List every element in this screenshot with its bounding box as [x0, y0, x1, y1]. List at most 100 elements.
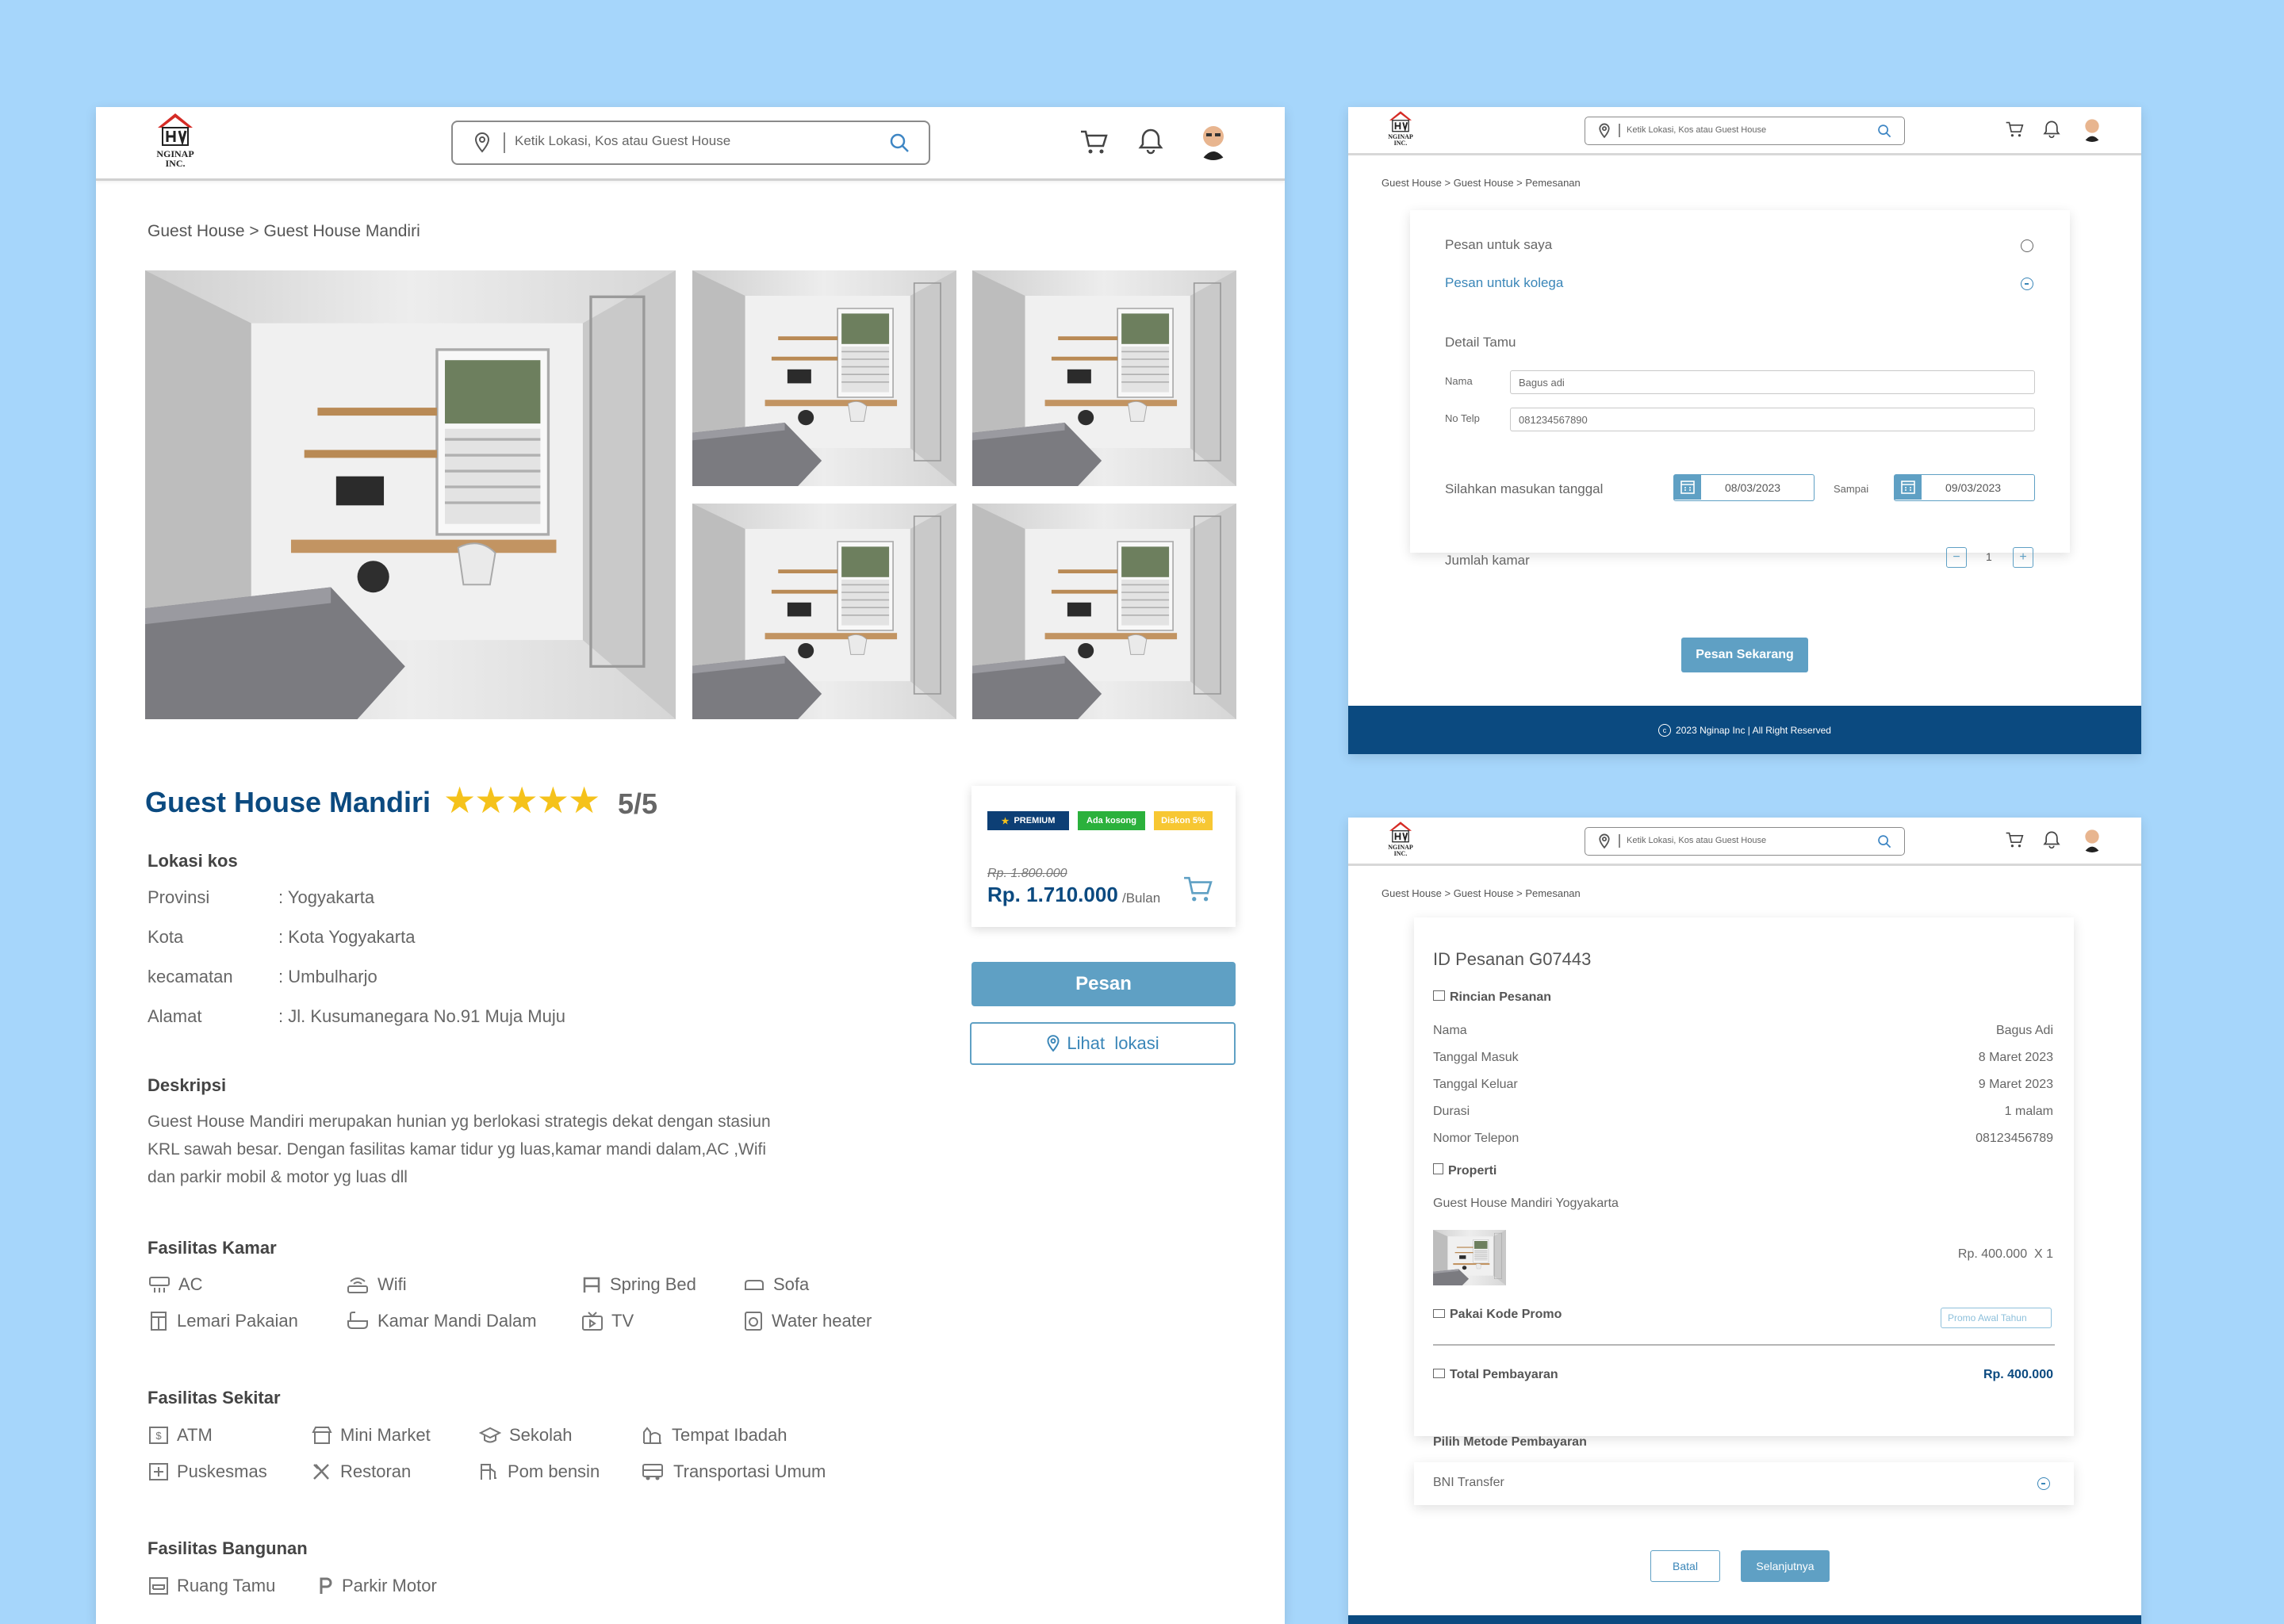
- promo-code-input[interactable]: Promo Awal Tahun: [1941, 1308, 2052, 1328]
- search-icon[interactable]: [1877, 834, 1891, 848]
- payment-method-value: BNI Transfer: [1433, 1476, 1504, 1489]
- price: Rp. 1.710.000: [987, 883, 1118, 906]
- avatar[interactable]: [1194, 122, 1232, 160]
- premium-badge-label: PREMIUM: [1014, 816, 1056, 825]
- order-id: ID Pesanan G07443: [1433, 949, 1592, 969]
- room-photo-thumb[interactable]: [692, 270, 956, 486]
- nearby-label: Transportasi Umum: [673, 1461, 826, 1481]
- bed-icon: [583, 1277, 600, 1293]
- building-icon: [1433, 1163, 1443, 1174]
- location-pin-icon: [1047, 1035, 1060, 1052]
- nearby-school: Sekolah: [479, 1425, 573, 1446]
- logo[interactable]: NGINAP INC.: [1383, 821, 1418, 860]
- logo[interactable]: NGINAP INC.: [1383, 110, 1418, 150]
- location-value: : Umbulharjo: [278, 967, 377, 986]
- footer: c 2023 Nginap Inc | All Right Reserved: [1348, 706, 2141, 754]
- breadcrumb[interactable]: Guest House > Guest House > Pemesanan: [1382, 177, 1581, 189]
- rooms-value: 1: [1986, 550, 1992, 563]
- old-price: Rp. 1.800.000: [987, 867, 1067, 880]
- bell-icon[interactable]: [2043, 830, 2060, 849]
- breadcrumb[interactable]: Guest House > Guest House Mandiri: [148, 222, 420, 241]
- detail-page: NGINAP INC. Ketik Lokasi, Kos atau Guest…: [96, 107, 1285, 1624]
- rooms-increment-button[interactable]: +: [2013, 547, 2033, 568]
- rating-stars: ★★★★★: [443, 779, 600, 821]
- calendar-icon: [1895, 475, 1922, 500]
- summary-row-label: Tanggal Masuk: [1433, 1051, 1519, 1064]
- search-icon[interactable]: [1877, 124, 1891, 138]
- facility-bathroom: Kamar Mandi Dalam: [346, 1311, 537, 1331]
- ticket-icon: [1433, 1309, 1445, 1318]
- facility-water-heater: Water heater: [743, 1311, 872, 1331]
- until-label: Sampai: [1834, 483, 1869, 495]
- description-heading: Deskripsi: [148, 1075, 227, 1095]
- nearby-label: Sekolah: [509, 1425, 573, 1445]
- top-navbar: NGINAP INC. Ketik Lokasi, Kos atau Guest…: [96, 107, 1285, 181]
- building-label: Parkir Motor: [342, 1576, 437, 1595]
- price-period: /Bulan: [1122, 891, 1161, 906]
- main-room-photo[interactable]: [145, 270, 676, 719]
- total-heading: Total Pembayaran: [1433, 1368, 1558, 1382]
- rooms-decrement-button[interactable]: −: [1946, 547, 1967, 568]
- school-icon: [479, 1427, 501, 1443]
- property-price: Rp. 400.000 X 1: [1958, 1247, 2053, 1262]
- nearby-heading: Fasilitas Sekitar: [148, 1388, 281, 1408]
- avatar[interactable]: [2079, 117, 2105, 142]
- room-photo-thumb[interactable]: [972, 504, 1236, 719]
- view-location-button[interactable]: Lihat lokasi: [970, 1022, 1236, 1065]
- available-badge: Ada kosong: [1078, 811, 1145, 830]
- cart-icon[interactable]: [2005, 831, 2024, 848]
- chevron-down-icon[interactable]: [2037, 1477, 2050, 1490]
- bell-icon[interactable]: [1138, 128, 1163, 155]
- booking-page: NGINAP INC. Ketik Lokasi, Kos atau Guest…: [1348, 107, 2141, 754]
- name-input[interactable]: Bagus adi: [1510, 370, 2035, 394]
- logo[interactable]: NGINAP INC.: [147, 112, 204, 174]
- nearby-gas-station: Pom bensin: [479, 1461, 600, 1482]
- property-thumbnail: [1433, 1230, 1506, 1285]
- option-colleague-radio[interactable]: [2021, 278, 2033, 290]
- property-name: Guest House Mandiri Yogyakarta: [1433, 1197, 1619, 1210]
- bell-icon[interactable]: [2043, 120, 2060, 139]
- cart-icon[interactable]: [2005, 121, 2024, 138]
- cart-icon[interactable]: [1079, 128, 1108, 155]
- facility-label: AC: [178, 1274, 203, 1294]
- location-value: : Jl. Kusumanegara No.91 Muja Muju: [278, 1006, 565, 1026]
- phone-input[interactable]: 081234567890: [1510, 408, 2035, 431]
- property-heading-label: Properti: [1448, 1164, 1497, 1178]
- order-summary-page: NGINAP INC. Ketik Lokasi, Kos atau Guest…: [1348, 818, 2141, 1624]
- room-photo-thumb[interactable]: [692, 504, 956, 719]
- tv-icon: [582, 1312, 603, 1331]
- search-bar[interactable]: Ketik Lokasi, Kos atau Guest House: [1585, 827, 1905, 856]
- add-to-cart-icon[interactable]: [1182, 875, 1213, 903]
- option-self-radio[interactable]: [2021, 239, 2033, 252]
- search-bar[interactable]: Ketik Lokasi, Kos atau Guest House: [1585, 117, 1905, 145]
- discount-badge: Diskon 5%: [1154, 811, 1213, 830]
- search-icon[interactable]: [889, 132, 910, 153]
- building-parking: Parkir Motor: [318, 1576, 437, 1596]
- search-bar[interactable]: Ketik Lokasi, Kos atau Guest House: [451, 121, 930, 165]
- guest-detail-heading: Detail Tamu: [1445, 335, 1516, 350]
- logo-text: NGINAP INC.: [1388, 844, 1413, 857]
- order-button[interactable]: Pesan: [971, 962, 1236, 1006]
- summary-row-value: 08123456789: [1976, 1132, 2053, 1145]
- bathtub-icon: [347, 1312, 368, 1329]
- order-details-heading-label: Rincian Pesanan: [1450, 990, 1552, 1004]
- date-from-field[interactable]: 08/03/2023: [1673, 474, 1815, 501]
- breadcrumb[interactable]: Guest House > Guest House > Pemesanan: [1382, 887, 1581, 899]
- cancel-button[interactable]: Batal: [1650, 1550, 1720, 1582]
- total-value: Rp. 400.000: [1983, 1368, 2053, 1381]
- summary-row-value: Bagus Adi: [1995, 1024, 2053, 1037]
- summary-row-value: 9 Maret 2023: [1978, 1078, 2053, 1091]
- building-label: Ruang Tamu: [177, 1576, 276, 1595]
- avatar[interactable]: [2079, 827, 2105, 852]
- next-button[interactable]: Selanjutnya: [1741, 1550, 1830, 1582]
- facility-label: Wifi: [377, 1274, 407, 1294]
- date-to-field[interactable]: 09/03/2023: [1894, 474, 2035, 501]
- book-now-button[interactable]: Pesan Sekarang: [1681, 638, 1808, 672]
- room-photo-thumb[interactable]: [972, 270, 1236, 486]
- ac-icon: [149, 1277, 170, 1293]
- facility-label: Lemari Pakaian: [177, 1311, 298, 1331]
- divider: [1433, 1344, 2055, 1346]
- facility-label: TV: [611, 1311, 634, 1331]
- building-living-room: Ruang Tamu: [148, 1576, 275, 1596]
- payment-method-select[interactable]: BNI Transfer: [1414, 1462, 2074, 1505]
